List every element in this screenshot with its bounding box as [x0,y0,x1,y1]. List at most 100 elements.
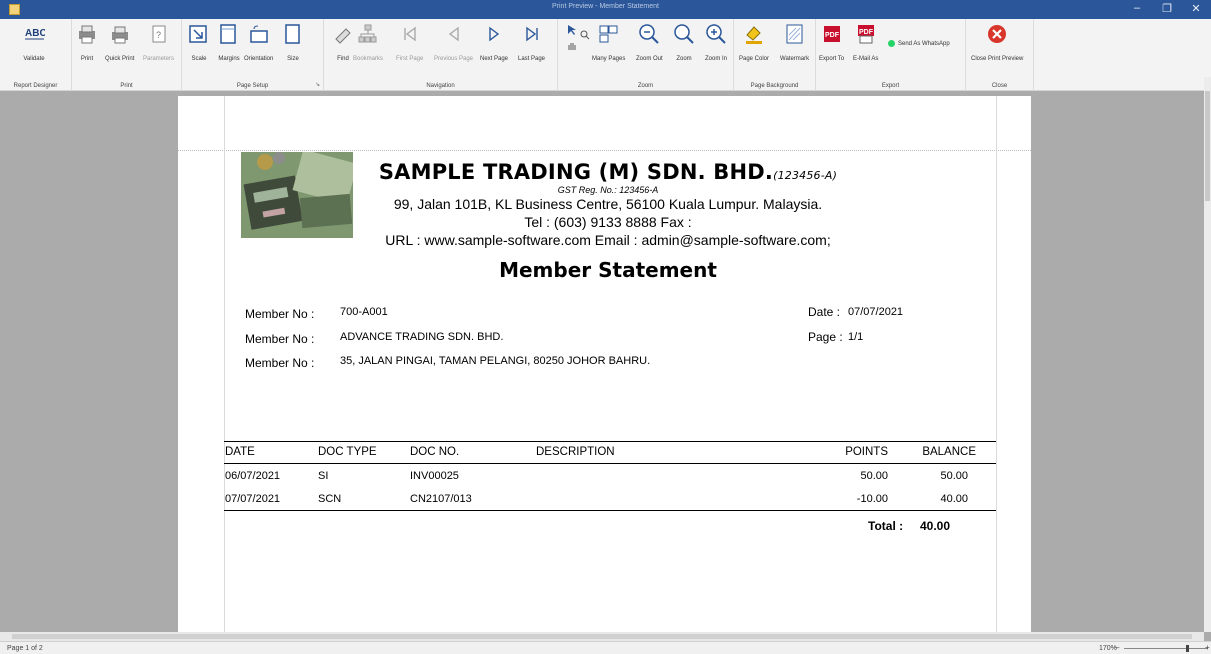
page-size-icon [282,23,304,45]
hand-tool-icon[interactable] [566,39,578,57]
maximize-button[interactable]: ❐ [1157,2,1177,15]
zoom-out-icon [638,23,660,45]
page-info: Page 1 of 2 [7,645,43,652]
total-label: Total : [868,519,904,533]
group-label: Report Designer [13,83,58,89]
page-color-button[interactable]: Page Color [739,23,769,62]
row-balance: 40.00 [940,493,968,505]
group-label: Page Background [750,83,799,89]
vertical-scrollbar[interactable] [1204,77,1211,632]
horizontal-scroll-thumb[interactable] [12,634,1192,639]
group-label: Close [991,83,1008,89]
status-bar: Page 1 of 2 170% – + [0,641,1211,654]
page-value: 1/1 [848,331,864,343]
company-phone: Tel : (603) 9133 8888 Fax : [524,214,692,230]
export-to-button[interactable]: PDF Export To [819,23,844,62]
many-pages-icon [598,23,620,45]
date-value: 07/07/2021 [848,306,904,318]
zoom-plus-button[interactable]: + [1205,643,1210,652]
vertical-scroll-thumb[interactable] [1205,91,1210,201]
zoom-out-button[interactable]: Zoom Out [636,23,663,62]
validate-button[interactable]: ABC Validate [23,23,45,62]
orientation-button[interactable]: Orientation [244,23,273,62]
member-address-value: 35, JALAN PINGAI, TAMAN PELANGI, 80250 J… [340,355,651,367]
group-close: Close Print Preview Close [966,19,1034,91]
close-window-button[interactable]: ✕ [1186,2,1206,15]
company-reg-no: (123456-A) [773,169,838,182]
row-points: -10.00 [856,493,888,505]
member-no-label: Member No : [245,307,315,321]
last-page-button[interactable]: Last Page [518,23,545,62]
preview-workspace[interactable]: SAMPLE TRADING (M) SDN. BHD.(123456-A) G… [0,92,1204,632]
group-page-setup: Scale Margins Orientation Size ↘ Page Se… [182,19,324,91]
company-logo [241,152,353,238]
next-page-button[interactable]: Next Page [480,23,508,62]
col-header-description: DESCRIPTION [536,446,615,458]
svg-text:PDF: PDF [859,29,874,36]
size-button[interactable]: Size [282,23,304,62]
zoom-in-button[interactable]: Zoom In [705,23,727,62]
title-bar: Print Preview - Member Statement – ❐ ✕ [0,0,1211,19]
group-page-background: Page Color Watermark Page Background [734,19,816,91]
group-export: PDF Export To PDF E-Mail As Send As What… [816,19,966,91]
header-bottom-rule [224,463,996,464]
group-label: Page Setup [236,83,269,89]
row-date: 06/07/2021 [225,470,281,482]
svg-text:PDF: PDF [825,32,840,39]
find-button[interactable]: Find [332,23,354,62]
zoom-button[interactable]: Zoom [673,23,695,62]
quick-print-button[interactable]: Quick Print [105,23,134,62]
scale-button[interactable]: Scale [188,23,210,62]
first-page-button[interactable]: First Page [396,23,423,62]
zoom-icon [673,23,695,45]
margins-icon [218,23,240,45]
watermark-button[interactable]: Watermark [780,23,809,62]
table-bottom-rule [224,510,996,511]
col-header-doc-no: DOC NO. [410,446,460,458]
company-address: 99, Jalan 101B, KL Business Centre, 5610… [393,196,823,212]
print-button[interactable]: Print [76,23,98,62]
printer-icon [76,23,98,45]
zoom-slider-knob[interactable] [1186,645,1189,652]
group-label: Navigation [426,83,455,89]
parameters-button[interactable]: ? Parameters [143,23,174,62]
close-print-preview-button[interactable]: Close Print Preview [971,23,1023,62]
send-as-whatsapp-button[interactable]: Send As WhatsApp [888,40,950,47]
next-page-icon [483,23,505,45]
company-name: SAMPLE TRADING (M) SDN. BHD.(123456-A) [378,160,838,184]
zoom-slider[interactable] [1124,645,1208,652]
left-margin-line [224,96,225,632]
bookmarks-button[interactable]: Bookmarks [353,23,383,62]
company-web-email: URL : www.sample-software.com Email : ad… [385,232,831,248]
email-as-button[interactable]: PDF E-Mail As [853,23,878,62]
watermark-icon [784,23,806,45]
zoom-minus-button[interactable]: – [1115,643,1119,652]
bookmarks-icon [357,23,379,45]
row-balance: 50.00 [940,470,968,482]
margins-button[interactable]: Margins [218,23,240,62]
last-page-icon [521,23,543,45]
pdf-export-icon: PDF [821,23,843,45]
group-label: Zoom [637,83,654,89]
magnifier-tool-icon[interactable] [580,27,590,45]
previous-page-button[interactable]: Previous Page [434,23,473,62]
group-zoom: Many Pages Zoom Out Zoom Zoom In Zoom [558,19,734,91]
member-name-value: ADVANCE TRADING SDN. BHD. [340,331,504,343]
row-doc-type: SI [318,470,329,482]
group-print: Print Quick Print ? Parameters Print [72,19,182,91]
col-header-date: DATE [225,446,255,458]
gst-reg-no: GST Reg. No.: 123456-A [557,185,659,195]
date-label: Date : [808,305,841,319]
window-title: Print Preview - Member Statement [552,3,659,10]
horizontal-scrollbar[interactable] [0,632,1204,641]
page-color-icon [743,23,765,45]
svg-text:?: ? [156,30,161,40]
zoom-in-icon [705,23,727,45]
whatsapp-icon [888,40,895,47]
minimize-button[interactable]: – [1127,2,1147,14]
many-pages-button[interactable]: Many Pages [592,23,625,62]
scale-icon [188,23,210,45]
col-header-doc-type: DOC TYPE [318,446,377,458]
group-label: Print [120,83,133,89]
orientation-icon [248,23,270,45]
